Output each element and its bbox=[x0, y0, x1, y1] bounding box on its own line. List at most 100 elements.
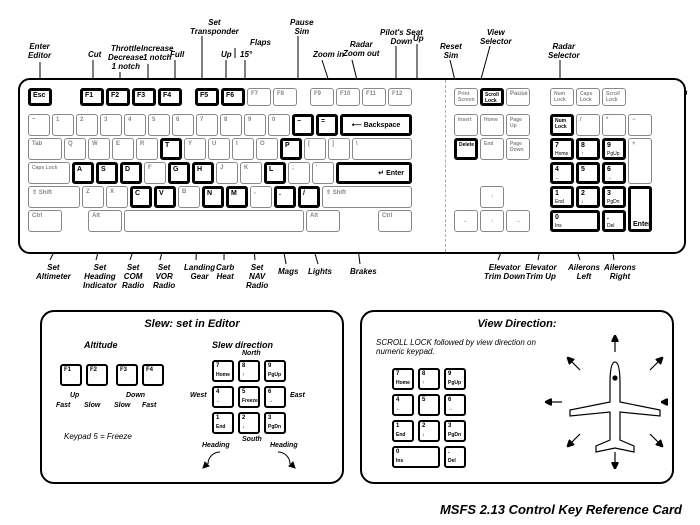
key-np-dot: .Del bbox=[602, 210, 626, 232]
key-0: 0 bbox=[268, 114, 290, 136]
key-right-arrow: → bbox=[506, 210, 530, 232]
indicator-capslock: Caps Lock bbox=[576, 88, 600, 106]
key-np3: 3PgDn bbox=[602, 186, 626, 208]
key-left-arrow: ← bbox=[454, 210, 478, 232]
key-esc: Esc bbox=[28, 88, 52, 106]
key-m: M bbox=[226, 186, 248, 208]
key-f9: F9 bbox=[310, 88, 334, 106]
key-lalt: Alt bbox=[88, 210, 122, 232]
key-ralt: Alt bbox=[306, 210, 340, 232]
key-q: Q bbox=[64, 138, 86, 160]
key-space bbox=[124, 210, 304, 232]
key-x: X bbox=[106, 186, 128, 208]
key-np-enter: Enter bbox=[628, 186, 652, 232]
key-tilde: ~ bbox=[28, 114, 50, 136]
key-c: C bbox=[130, 186, 152, 208]
key-f12: F12 bbox=[388, 88, 412, 106]
key-pgdn: Page Down bbox=[506, 138, 530, 160]
key-backslash: \ bbox=[352, 138, 412, 160]
key-h: H bbox=[192, 162, 214, 184]
key-i: I bbox=[232, 138, 254, 160]
key-pause: Pause bbox=[506, 88, 530, 106]
key-b: B bbox=[178, 186, 200, 208]
key-f8: F8 bbox=[273, 88, 297, 106]
key-6: 6 bbox=[172, 114, 194, 136]
key-np-sub: − bbox=[628, 114, 652, 136]
key-np4: 4← bbox=[550, 162, 574, 184]
key-f4: F4 bbox=[158, 88, 182, 106]
keyboard-split bbox=[445, 80, 446, 252]
key-np-mul: * bbox=[602, 114, 626, 136]
key-2: 2 bbox=[76, 114, 98, 136]
key-semicolon: ; bbox=[288, 162, 310, 184]
key-l: L bbox=[264, 162, 286, 184]
key-5: 5 bbox=[148, 114, 170, 136]
key-np7: 7Home bbox=[550, 138, 574, 160]
key-n: N bbox=[202, 186, 224, 208]
key-t: T bbox=[160, 138, 182, 160]
key-prtsc: Print Screen bbox=[454, 88, 478, 106]
key-p: P bbox=[280, 138, 302, 160]
key-backspace: ⟵ Backspace bbox=[340, 114, 412, 136]
footer-title: MSFS 2.13 Control Key Reference Card bbox=[440, 502, 682, 517]
key-insert: Insert bbox=[454, 114, 478, 136]
key-g: G bbox=[168, 162, 190, 184]
key-u: U bbox=[208, 138, 230, 160]
indicator-numlock: Num Lock bbox=[550, 88, 574, 106]
key-home: Home bbox=[480, 114, 504, 136]
key-rshift: ⇧ Shift bbox=[322, 186, 412, 208]
key-lshift: ⇧ Shift bbox=[28, 186, 80, 208]
key-rbracket: ] bbox=[328, 138, 350, 160]
key-k: K bbox=[240, 162, 262, 184]
key-equals: = bbox=[316, 114, 338, 136]
key-1: 1 bbox=[52, 114, 74, 136]
key-f: F bbox=[144, 162, 166, 184]
key-v: V bbox=[154, 186, 176, 208]
key-7: 7 bbox=[196, 114, 218, 136]
key-capslock: Caps Lock bbox=[28, 162, 70, 184]
key-scroll-lock: Scroll Lock bbox=[480, 88, 504, 106]
key-f11: F11 bbox=[362, 88, 386, 106]
key-np5: 5 bbox=[576, 162, 600, 184]
key-y: Y bbox=[184, 138, 206, 160]
key-np1: 1End bbox=[550, 186, 574, 208]
key-e: E bbox=[112, 138, 134, 160]
indicator-scrolllock: Scroll Lock bbox=[602, 88, 626, 106]
key-tab: Tab bbox=[28, 138, 62, 160]
key-end: End bbox=[480, 138, 504, 160]
key-4: 4 bbox=[124, 114, 146, 136]
key-f5: F5 bbox=[195, 88, 219, 106]
key-r: R bbox=[136, 138, 158, 160]
key-down-arrow: ↓ bbox=[480, 210, 504, 232]
key-f6: F6 bbox=[221, 88, 245, 106]
key-np9: 9PgUp bbox=[602, 138, 626, 160]
key-z: Z bbox=[82, 186, 104, 208]
key-slash: / bbox=[298, 186, 320, 208]
key-j: J bbox=[216, 162, 238, 184]
key-minus: − bbox=[292, 114, 314, 136]
key-9: 9 bbox=[244, 114, 266, 136]
key-o: O bbox=[256, 138, 278, 160]
key-np0: 0Ins bbox=[550, 210, 600, 232]
key-f1: F1 bbox=[80, 88, 104, 106]
key-f10: F10 bbox=[336, 88, 360, 106]
panel-view: View Direction: SCROLL LOCK followed by … bbox=[360, 310, 674, 484]
key-period: . bbox=[274, 186, 296, 208]
key-comma: , bbox=[250, 186, 272, 208]
key-3: 3 bbox=[100, 114, 122, 136]
panel-slew: Slew: set in Editor Altitude Slew direct… bbox=[40, 310, 344, 484]
key-np-div: / bbox=[576, 114, 600, 136]
key-w: W bbox=[88, 138, 110, 160]
key-rctrl: Ctrl bbox=[378, 210, 412, 232]
key-d: D bbox=[120, 162, 142, 184]
key-f3: F3 bbox=[132, 88, 156, 106]
key-np6: 6→ bbox=[602, 162, 626, 184]
key-pgup: Page Up bbox=[506, 114, 530, 136]
key-enter: ↵ Enter bbox=[336, 162, 412, 184]
key-f2: F2 bbox=[106, 88, 130, 106]
key-lctrl: Ctrl bbox=[28, 210, 62, 232]
key-numlock: Num Lock bbox=[550, 114, 574, 136]
key-a: A bbox=[72, 162, 94, 184]
key-s: S bbox=[96, 162, 118, 184]
key-apostrophe: ' bbox=[312, 162, 334, 184]
